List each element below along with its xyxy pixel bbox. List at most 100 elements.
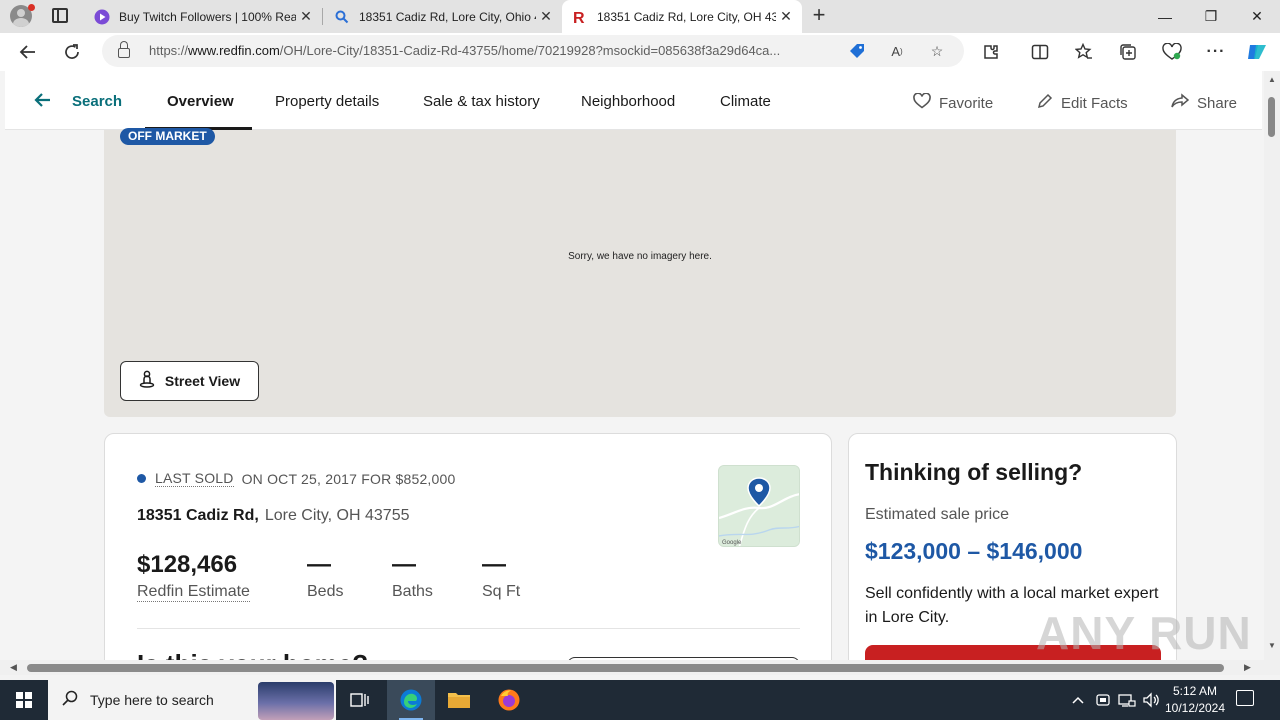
svg-text:Google: Google: [722, 540, 742, 546]
edit-facts-button[interactable]: Edit Facts: [1037, 93, 1128, 114]
selling-title: Thinking of selling?: [865, 459, 1083, 485]
pencil-icon: [1037, 93, 1053, 114]
collections-icon[interactable]: [1116, 41, 1140, 63]
close-tab-icon[interactable]: ✕: [776, 8, 796, 25]
heart-icon: [913, 92, 931, 114]
search-icon: [62, 690, 78, 711]
beds-stat: — Beds: [307, 551, 343, 601]
extensions-icon[interactable]: [979, 41, 1003, 63]
sqft-stat: — Sq Ft: [482, 551, 520, 601]
vertical-scroll-thumb[interactable]: [1268, 97, 1275, 137]
close-window-button[interactable]: ✕: [1234, 0, 1280, 33]
more-options-icon[interactable]: ···: [1204, 41, 1228, 63]
estimate-label[interactable]: Redfin Estimate: [137, 583, 250, 602]
clock-time: 5:12 AM: [1172, 684, 1218, 698]
scrollbar-corner: [1264, 660, 1280, 675]
off-market-badge: OFF MARKET: [120, 128, 215, 145]
scroll-up-arrow-icon[interactable]: ▲: [1268, 75, 1276, 84]
tab-bing-search[interactable]: 18351 Cadiz Rd, Lore City, Ohio 4 ✕: [324, 0, 562, 33]
network-icon[interactable]: [1118, 680, 1136, 720]
taskbar-clock[interactable]: 5:12 AM 10/12/2024: [1160, 683, 1230, 717]
share-icon: [1171, 93, 1190, 114]
search-icon: [334, 9, 350, 25]
horizontal-scroll-thumb[interactable]: [27, 664, 1224, 672]
close-tab-icon[interactable]: ✕: [296, 8, 316, 25]
share-button[interactable]: Share: [1171, 93, 1237, 114]
back-arrow-icon[interactable]: [15, 40, 41, 64]
street-view-button[interactable]: Street View: [120, 361, 259, 401]
file-explorer-icon[interactable]: [435, 680, 483, 720]
tab-property-details[interactable]: Property details: [275, 93, 379, 110]
estimated-sale-price-label: Estimated sale price: [865, 506, 1010, 523]
scroll-left-arrow-icon[interactable]: ◀: [10, 662, 17, 673]
browser-tab-strip: Buy Twitch Followers | 100% Real ✕ 18351…: [0, 0, 1280, 33]
volume-icon[interactable]: [1142, 680, 1160, 720]
notification-center-icon[interactable]: [1236, 690, 1254, 706]
task-view-button[interactable]: [336, 680, 384, 720]
mini-map-thumbnail[interactable]: Google: [718, 465, 800, 547]
twitch-style-icon: [94, 9, 110, 25]
taskbar-search-box[interactable]: Type here to search: [48, 680, 336, 720]
vertical-scrollbar[interactable]: ▲ ▼: [1264, 71, 1280, 660]
tab-climate[interactable]: Climate: [720, 93, 771, 110]
last-sold-label[interactable]: LAST SOLD: [155, 470, 234, 487]
redfin-estimate-stat: $128,466 Redfin Estimate: [137, 551, 250, 602]
tab-title: 18351 Cadiz Rd, Lore City, OH 43: [597, 9, 776, 24]
tab-separator: [322, 8, 323, 25]
web-page: Search Overview Property details Sale & …: [0, 71, 1264, 660]
status-dot: [137, 474, 146, 483]
person-pin-icon: [139, 370, 155, 392]
edit-facts-label: Edit Facts: [1061, 95, 1128, 112]
start-button[interactable]: [0, 680, 48, 720]
property-imagery-panel[interactable]: OFF MARKET Sorry, we have no imagery her…: [104, 128, 1176, 417]
tab-twitch-followers[interactable]: Buy Twitch Followers | 100% Real ✕: [84, 0, 322, 33]
street-address: 18351 Cadiz Rd,: [137, 507, 259, 524]
restore-button[interactable]: ❐: [1188, 0, 1234, 33]
new-tab-button[interactable]: +: [808, 4, 830, 28]
show-hidden-icons-chevron-icon[interactable]: [1071, 680, 1085, 720]
tab-redfin-listing[interactable]: R 18351 Cadiz Rd, Lore City, OH 43 ✕: [562, 0, 802, 33]
refresh-icon[interactable]: [59, 40, 85, 64]
firefox-icon[interactable]: [485, 680, 533, 720]
anyrun-watermark: ANY RUN: [1036, 607, 1252, 659]
listing-summary-card: LAST SOLD ON OCT 25, 2017 FOR $852,000 1…: [104, 433, 832, 660]
beds-value: —: [307, 551, 331, 578]
page-content: Search Overview Property details Sale & …: [5, 71, 1262, 660]
browser-toolbar: https://www.redfin.com/OH/Lore-City/1835…: [0, 33, 1280, 71]
windows-taskbar: Type here to search 5:12 AM 10/12/2024: [0, 680, 1280, 720]
street-view-label: Street View: [164, 373, 241, 389]
back-arrow-icon[interactable]: [34, 88, 52, 114]
close-tab-icon[interactable]: ✕: [536, 8, 556, 25]
next-section-heading-clipped: Is this your home?: [137, 649, 368, 660]
tab-sale-tax-history[interactable]: Sale & tax history: [423, 93, 540, 110]
horizontal-scrollbar[interactable]: ◀ ▶: [0, 660, 1264, 675]
search-link[interactable]: Search: [72, 93, 122, 110]
baths-label: Baths: [392, 583, 433, 600]
coupon-tag-icon[interactable]: [848, 43, 866, 59]
read-aloud-icon[interactable]: A): [888, 43, 906, 59]
favorites-icon[interactable]: [1072, 41, 1096, 63]
tab-title: Buy Twitch Followers | 100% Real: [119, 9, 296, 24]
split-screen-icon[interactable]: [1028, 41, 1052, 63]
meet-now-icon[interactable]: [1095, 680, 1111, 720]
scroll-down-arrow-icon[interactable]: ▼: [1268, 641, 1276, 650]
favorite-star-icon[interactable]: ☆: [928, 43, 946, 59]
taskbar-search-placeholder: Type here to search: [90, 692, 214, 708]
browser-essentials-icon[interactable]: [1160, 41, 1184, 63]
copilot-icon[interactable]: [1245, 41, 1269, 63]
listing-subnav: Search Overview Property details Sale & …: [5, 71, 1262, 130]
favorite-button[interactable]: Favorite: [913, 92, 994, 114]
url-text[interactable]: https://www.redfin.com/OH/Lore-City/1835…: [149, 43, 839, 58]
no-imagery-message: Sorry, we have no imagery here.: [568, 251, 712, 262]
scroll-right-arrow-icon[interactable]: ▶: [1244, 662, 1251, 673]
edge-taskbar-icon[interactable]: [387, 680, 435, 720]
tab-overview[interactable]: Overview: [167, 93, 234, 110]
favorite-label: Favorite: [939, 95, 994, 112]
minimize-button[interactable]: —: [1142, 0, 1188, 33]
beds-label: Beds: [307, 583, 344, 600]
sqft-value: —: [482, 551, 506, 578]
tab-neighborhood[interactable]: Neighborhood: [581, 93, 675, 110]
lock-icon[interactable]: [118, 41, 130, 58]
tab-actions-icon[interactable]: [52, 8, 68, 23]
address-bar[interactable]: https://www.redfin.com/OH/Lore-City/1835…: [102, 35, 964, 67]
